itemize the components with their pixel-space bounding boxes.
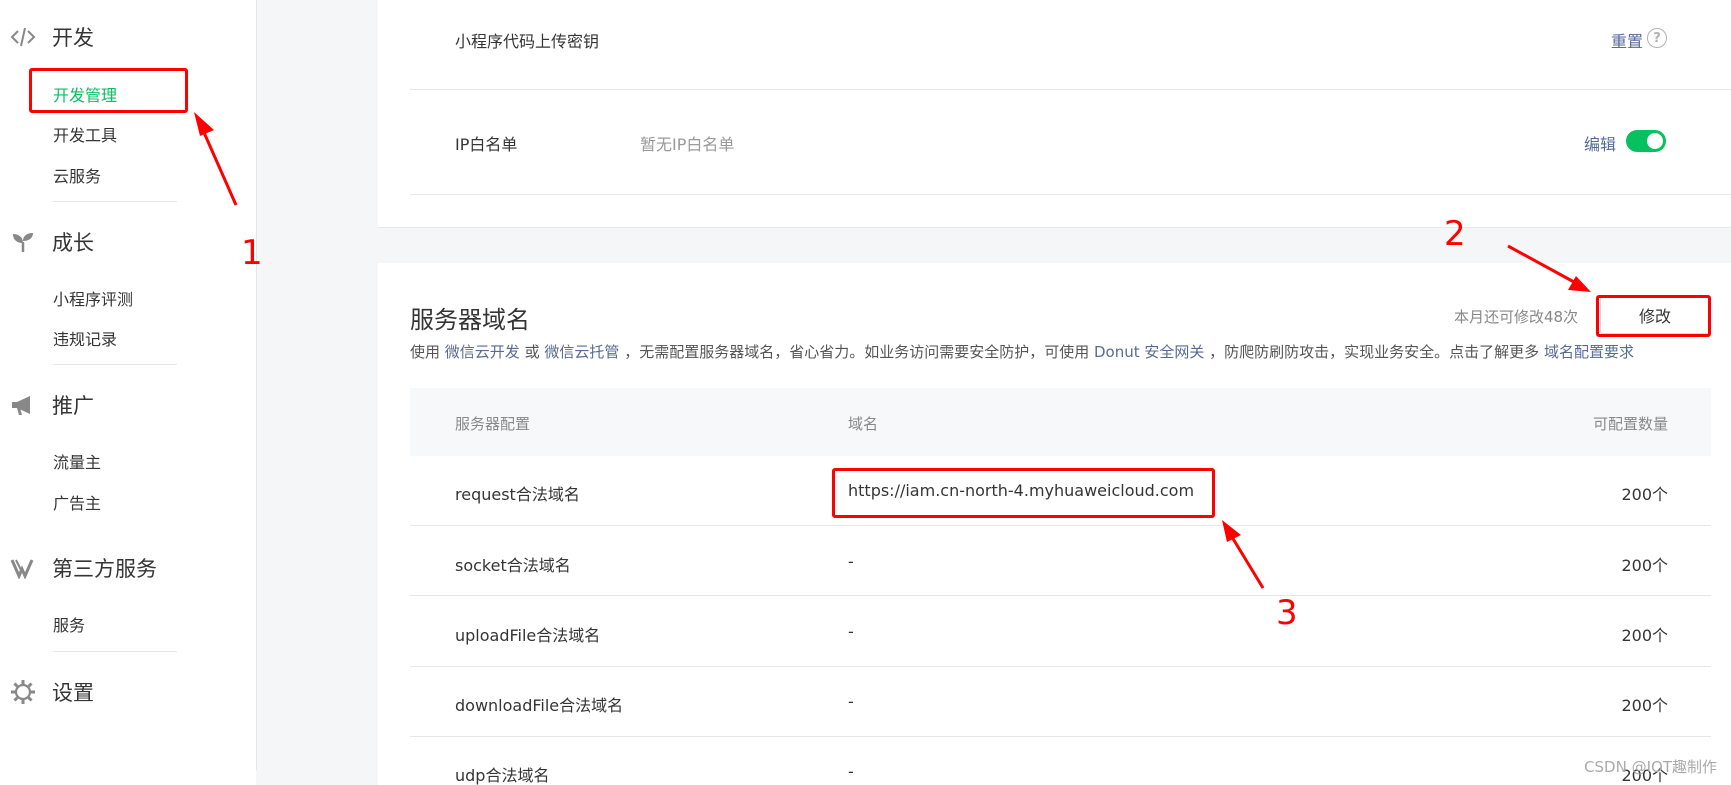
annotation-arrows: [194, 112, 1591, 589]
annotation-number-2: 2: [1444, 214, 1466, 254]
page: 开发 开发管理 开发工具 云服务 成长 小程序评测 违规记录 推广 流量主 广告…: [0, 0, 1731, 785]
annotation-number-3: 3: [1276, 593, 1298, 633]
annotation-number-1: 1: [241, 233, 263, 273]
watermark: CSDN @IOT趣制作: [1584, 758, 1717, 776]
